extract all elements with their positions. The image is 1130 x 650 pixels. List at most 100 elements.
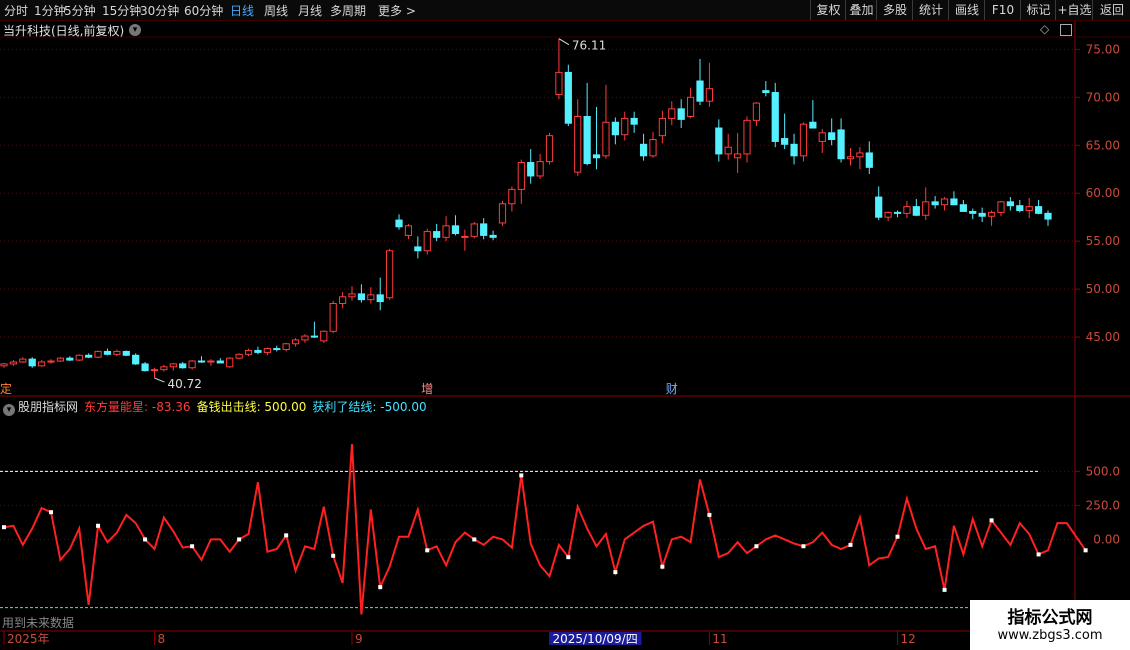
candle-body [865, 152, 873, 168]
candle-body [639, 143, 648, 157]
price-tick-label: 55.00 [1086, 234, 1120, 248]
indicator-tick-label: 250.0 [1086, 498, 1120, 512]
candle-body [630, 117, 638, 125]
event-marker: 定 [0, 381, 12, 396]
candle-body [338, 296, 347, 304]
candle-body [658, 117, 666, 137]
candle-body [912, 206, 920, 216]
candle-body [197, 360, 206, 363]
candle-body [837, 129, 845, 160]
candle-body [85, 354, 93, 358]
price-tick-label: 70.00 [1086, 90, 1120, 104]
candle-body [113, 350, 121, 355]
candle-body [28, 358, 36, 367]
candle-body [179, 363, 187, 369]
candle-body [423, 231, 431, 252]
candle-body [1025, 206, 1033, 211]
candle-body [301, 335, 309, 341]
candle-body [310, 335, 318, 338]
candle-body [395, 219, 403, 228]
indicator-point-marker [707, 512, 712, 517]
candle-body [997, 201, 1005, 213]
candle-body [922, 201, 930, 216]
indicator-point-marker [942, 587, 947, 592]
candle-body [150, 369, 159, 372]
legend-buy-line: 备钱出击线: 500.00 [196, 400, 307, 414]
indicator-point-marker [190, 544, 195, 549]
stock-title: 当升科技(日线,前复权) [3, 22, 124, 39]
candle-body [508, 188, 516, 205]
candle-body [602, 121, 610, 157]
candle-body [743, 119, 751, 155]
indicator-point-marker [49, 510, 54, 515]
candle-body [320, 330, 328, 342]
candle-body [291, 339, 300, 345]
candle-body [451, 225, 460, 234]
stock-chart[interactable]: 45.00 50.00 55.00 60.00 65.00 70.00 75.00 76.11… [0, 0, 1130, 650]
candle-body [592, 154, 601, 159]
candle-body [386, 250, 394, 299]
candle-body [94, 350, 102, 358]
time-axis-label: 9 [355, 632, 363, 646]
indicator-point-marker [425, 548, 430, 553]
indicator-point-marker [237, 537, 242, 542]
candle-body [254, 349, 262, 353]
candle-body [781, 138, 789, 145]
price-tick-label: 50.00 [1086, 282, 1120, 296]
candle-body [790, 143, 798, 157]
brand-watermark: 指标公式网 www.zbgs3.com [970, 600, 1130, 650]
candle-body [940, 198, 949, 206]
candle-body [132, 354, 140, 365]
candle-body [752, 102, 761, 121]
candle-body [893, 211, 902, 214]
candle-body [244, 349, 253, 355]
candle-body [969, 210, 977, 214]
legend-main-line: 东方量能星: -83.36 [84, 400, 191, 414]
indicator-point-marker [895, 534, 900, 539]
candle-body [621, 117, 629, 136]
candle-body [348, 293, 356, 298]
indicator-point-marker [801, 544, 806, 549]
candle-body [677, 108, 685, 120]
candle-body [75, 354, 83, 361]
time-axis-label: 8 [157, 632, 165, 646]
candle-body [103, 350, 112, 355]
candle-body [1016, 205, 1024, 211]
indicator-tick-label: 0.00 [1093, 532, 1120, 546]
candle-body [414, 246, 422, 252]
indicator-source: 股朋指标网 [18, 400, 79, 414]
candle-body [884, 211, 892, 218]
price-tick-label: 45.00 [1086, 330, 1120, 344]
event-marker: 财 [666, 382, 678, 396]
candle-body [235, 353, 243, 359]
candle-body [950, 198, 958, 206]
candle-body [611, 121, 619, 136]
candle-body [734, 153, 742, 159]
panel-toggle-icon[interactable] [1060, 24, 1072, 36]
candle-body [470, 223, 478, 237]
candle-body [489, 234, 497, 238]
indicator-point-marker [989, 518, 994, 523]
candle-body [442, 225, 450, 238]
candle-body [856, 152, 864, 158]
candle-body [527, 162, 535, 177]
indicator-point-marker [519, 473, 524, 478]
candle-body [555, 71, 563, 95]
candle-body [1006, 201, 1014, 207]
candle-body [47, 360, 55, 363]
candle-body [574, 116, 582, 173]
indicator-point-marker [848, 542, 853, 547]
candle-body [536, 161, 544, 177]
candle-body [273, 348, 281, 351]
indicator-point-marker [472, 537, 477, 542]
candle-body [56, 357, 65, 362]
indicator-point-marker [566, 555, 571, 560]
indicator-point-marker [1036, 552, 1041, 557]
indicator-point-marker [2, 525, 6, 530]
diamond-icon[interactable]: ◇ [1040, 22, 1049, 36]
candle-body [122, 350, 130, 356]
chevron-down-icon[interactable]: ▾ [129, 24, 141, 36]
candle-body [329, 302, 337, 332]
indicator-menu-icon[interactable]: ▾ [3, 404, 15, 416]
candle-body [987, 211, 996, 217]
